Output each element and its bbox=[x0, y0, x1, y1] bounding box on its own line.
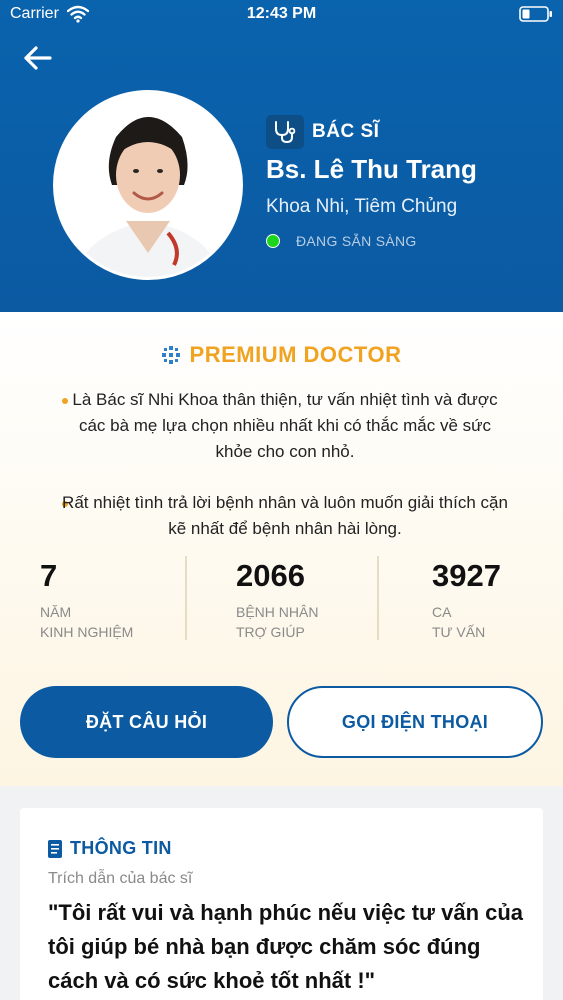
stat-patients: 2066 BỆNH NHÂN TRỢ GIÚP bbox=[236, 558, 318, 642]
ask-question-button[interactable]: ĐẶT CÂU HỎI bbox=[20, 686, 273, 758]
stat-label-line2: TRỢ GIÚP bbox=[236, 624, 305, 640]
doctor-specialty: Khoa Nhi, Tiêm Chủng bbox=[266, 196, 458, 217]
stat-divider bbox=[377, 556, 379, 640]
stethoscope-icon bbox=[266, 115, 304, 149]
battery-icon bbox=[519, 6, 552, 22]
stat-consultations: 3927 CA TƯ VẤN bbox=[432, 558, 501, 642]
clock: 12:43 PM bbox=[246, 5, 317, 22]
profile-header: Carrier 12:43 PM BÁC SĨ Bs. Lê Thu Trang… bbox=[0, 0, 563, 312]
stat-value: 2066 bbox=[236, 558, 305, 593]
status-text: ĐANG SẴN SÀNG bbox=[296, 233, 417, 249]
quote-label: Trích dẫn của bác sĩ bbox=[48, 870, 193, 887]
stat-label: NĂM KINH NGHIỆM bbox=[40, 602, 133, 642]
status-bar: Carrier 12:43 PM bbox=[0, 0, 563, 30]
stat-label: BỆNH NHÂN TRỢ GIÚP bbox=[236, 602, 318, 642]
badge-label: BÁC SĨ bbox=[312, 121, 380, 142]
doctor-avatar bbox=[53, 90, 243, 280]
doctor-quote: "Tôi rất vui và hạnh phúc nếu việc tư vấ… bbox=[48, 900, 524, 993]
premium-bullet-2: Rất nhiệt tình trả lời bệnh nhân và luôn… bbox=[62, 493, 508, 538]
premium-section: PREMIUM DOCTOR Là Bác sĩ Nhi Khoa thân t… bbox=[0, 312, 563, 786]
availability-status: ĐANG SẴN SÀNG bbox=[266, 233, 417, 249]
stat-label-line1: CA bbox=[432, 604, 452, 620]
info-card: THÔNG TIN Trích dẫn của bác sĩ "Tôi rất … bbox=[20, 808, 543, 1000]
premium-label: PREMIUM DOCTOR bbox=[189, 342, 402, 367]
premium-title: PREMIUM DOCTOR bbox=[0, 342, 563, 368]
stat-experience: 7 NĂM KINH NGHIỆM bbox=[40, 558, 133, 642]
stat-divider bbox=[185, 556, 187, 640]
stat-label-line1: BỆNH NHÂN bbox=[236, 604, 319, 620]
stat-label: CA TƯ VẤN bbox=[432, 602, 501, 642]
info-title: THÔNG TIN bbox=[70, 838, 172, 858]
stat-label-line2: TƯ VẤN bbox=[432, 624, 486, 640]
info-header: THÔNG TIN bbox=[48, 838, 172, 859]
document-icon bbox=[48, 839, 62, 858]
stat-label-line1: NĂM bbox=[40, 604, 72, 620]
premium-icon bbox=[161, 346, 180, 364]
stat-value: 3927 bbox=[432, 558, 501, 593]
call-button[interactable]: GỌI ĐIỆN THOẠI bbox=[287, 686, 543, 758]
stat-label-line2: KINH NGHIỆM bbox=[40, 624, 134, 640]
doctor-badge: BÁC SĨ bbox=[266, 115, 379, 149]
doctor-name: Bs. Lê Thu Trang bbox=[266, 154, 477, 184]
premium-bullet-1: Là Bác sĩ Nhi Khoa thân thiện, tư vấn nh… bbox=[72, 390, 498, 461]
stat-value: 7 bbox=[40, 558, 58, 593]
online-dot-icon bbox=[266, 234, 280, 248]
back-arrow-icon[interactable] bbox=[20, 42, 56, 74]
